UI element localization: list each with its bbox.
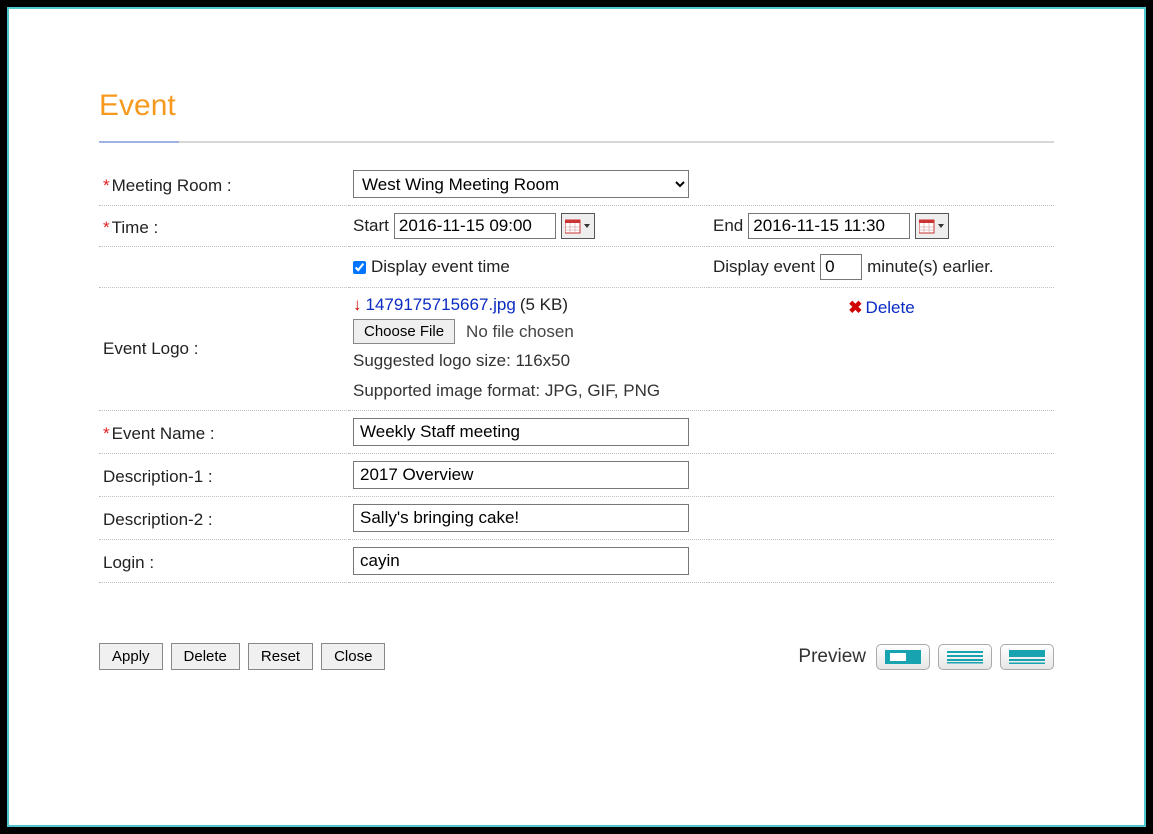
required-marker: * bbox=[103, 218, 110, 237]
layout-split-icon bbox=[1009, 650, 1045, 664]
required-marker: * bbox=[103, 424, 110, 443]
start-time-input[interactable] bbox=[394, 213, 556, 239]
choose-file-button[interactable]: Choose File bbox=[353, 319, 455, 344]
event-logo-label: Event Logo : bbox=[103, 339, 198, 358]
description-1-input[interactable] bbox=[353, 461, 689, 489]
end-time-input[interactable] bbox=[748, 213, 910, 239]
preview-layout-1-button[interactable] bbox=[876, 644, 930, 670]
event-form: *Meeting Room : West Wing Meeting Room *… bbox=[99, 163, 1054, 583]
file-chosen-status: No file chosen bbox=[466, 322, 574, 342]
layout-full-icon bbox=[885, 650, 921, 664]
minutes-earlier-label: minute(s) earlier. bbox=[867, 257, 994, 277]
logo-size-hint: Suggested logo size: 116x50 bbox=[353, 348, 705, 374]
login-input[interactable] bbox=[353, 547, 689, 575]
end-label: End bbox=[713, 216, 743, 236]
apply-button[interactable]: Apply bbox=[99, 643, 163, 670]
event-form-frame: Event *Meeting Room : West Wing Meeting … bbox=[7, 7, 1146, 827]
footer-bar: Apply Delete Reset Close Preview bbox=[99, 643, 1054, 670]
description-1-label: Description-1 : bbox=[103, 467, 213, 486]
login-label: Login : bbox=[103, 553, 154, 572]
event-name-input[interactable] bbox=[353, 418, 689, 446]
page-title: Event bbox=[99, 89, 1054, 123]
display-event-time-label: Display event time bbox=[371, 257, 510, 277]
meeting-room-select[interactable]: West Wing Meeting Room bbox=[353, 170, 689, 198]
calendar-icon bbox=[919, 218, 937, 234]
chevron-down-icon bbox=[583, 218, 591, 234]
logo-file-size: (5 KB) bbox=[520, 295, 568, 315]
delete-logo-link[interactable]: ✖Delete bbox=[848, 298, 914, 317]
preview-layout-2-button[interactable] bbox=[938, 644, 992, 670]
end-calendar-button[interactable] bbox=[915, 213, 949, 239]
reset-button[interactable]: Reset bbox=[248, 643, 313, 670]
calendar-icon bbox=[565, 218, 583, 234]
start-calendar-button[interactable] bbox=[561, 213, 595, 239]
close-button[interactable]: Close bbox=[321, 643, 385, 670]
event-name-label: Event Name : bbox=[112, 424, 215, 443]
preview-label: Preview bbox=[798, 646, 866, 668]
delete-logo-label: Delete bbox=[866, 298, 915, 317]
chevron-down-icon bbox=[937, 218, 945, 234]
start-label: Start bbox=[353, 216, 389, 236]
preview-layout-3-button[interactable] bbox=[1000, 644, 1054, 670]
download-icon: ↓ bbox=[353, 295, 362, 315]
display-event-time-checkbox[interactable] bbox=[353, 261, 366, 274]
meeting-room-label: Meeting Room : bbox=[112, 176, 232, 195]
display-event-label: Display event bbox=[713, 257, 815, 277]
required-marker: * bbox=[103, 176, 110, 195]
delete-x-icon: ✖ bbox=[848, 298, 862, 317]
title-divider bbox=[99, 141, 1054, 143]
minutes-earlier-input[interactable] bbox=[820, 254, 862, 280]
logo-download-link[interactable]: 1479175715667.jpg bbox=[366, 295, 516, 315]
description-2-input[interactable] bbox=[353, 504, 689, 532]
delete-button[interactable]: Delete bbox=[171, 643, 240, 670]
description-2-label: Description-2 : bbox=[103, 510, 213, 529]
time-label: Time : bbox=[112, 218, 159, 237]
layout-lines-icon bbox=[947, 650, 983, 664]
logo-format-hint: Supported image format: JPG, GIF, PNG bbox=[353, 378, 705, 404]
